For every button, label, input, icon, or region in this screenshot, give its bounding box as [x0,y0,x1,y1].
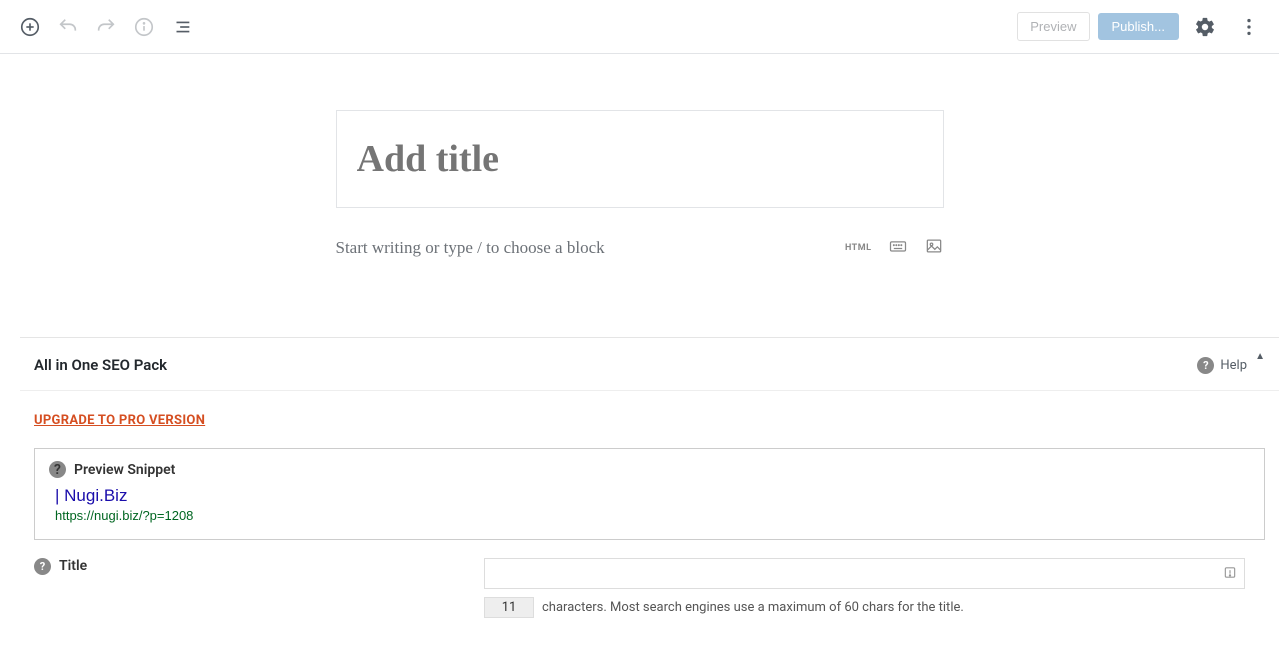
redo-button[interactable] [88,9,124,45]
editor-canvas: Start writing or type / to choose a bloc… [0,54,1279,260]
char-count-hint: characters. Most search engines use a ma… [542,600,964,615]
editor-toolbar: Preview Publish... [0,0,1279,54]
upgrade-pro-link[interactable]: UPGRADE TO PRO VERSION [34,413,205,428]
preview-snippet-label: Preview Snippet [74,462,175,478]
seo-help-link[interactable]: ? Help ▲ [1197,357,1265,374]
image-icon[interactable] [924,236,944,260]
more-options-button[interactable] [1231,9,1267,45]
undo-button[interactable] [50,9,86,45]
post-title-input[interactable] [336,110,944,208]
seo-panel-body: UPGRADE TO PRO VERSION ? Preview Snippet… [20,391,1279,636]
content-row: Start writing or type / to choose a bloc… [336,236,944,260]
preview-snippet-box: ? Preview Snippet | Nugi.Biz https://nug… [34,448,1265,540]
add-block-button[interactable] [12,9,48,45]
help-label: Help [1220,358,1247,373]
html-block-button[interactable]: HTML [845,243,872,253]
count-badge-icon [1223,564,1237,583]
help-circle-icon: ? [1197,357,1214,374]
help-circle-icon[interactable]: ? [49,461,66,478]
toolbar-left [12,9,200,45]
seo-title-field-group: 11 characters. Most search engines use a… [484,558,1265,618]
snippet-title: | Nugi.Biz [55,486,1250,506]
keyboard-icon[interactable] [888,236,908,260]
char-count-row: 11 characters. Most search engines use a… [484,597,1245,618]
info-button[interactable] [126,9,162,45]
settings-button[interactable] [1187,9,1223,45]
snippet-url: https://nugi.biz/?p=1208 [55,508,1250,523]
seo-title-row: ? Title 11 characters. Most search engin… [34,558,1265,618]
toolbar-right: Preview Publish... [1017,9,1267,45]
publish-button[interactable]: Publish... [1098,13,1179,40]
help-circle-icon[interactable]: ? [34,558,51,575]
seo-title-input-wrapper [484,558,1245,589]
char-count-value: 11 [484,597,534,618]
preview-button[interactable]: Preview [1017,12,1089,41]
collapse-triangle-icon[interactable]: ▲ [1255,351,1265,362]
outline-button[interactable] [164,9,200,45]
snippet-header: ? Preview Snippet [49,461,1250,478]
content-actions: HTML [845,236,944,260]
seo-panel-title: All in One SEO Pack [34,356,167,374]
content-placeholder[interactable]: Start writing or type / to choose a bloc… [336,238,605,258]
seo-panel-header: All in One SEO Pack ? Help ▲ [20,338,1279,391]
seo-title-label: Title [59,558,87,574]
seo-panel: All in One SEO Pack ? Help ▲ UPGRADE TO … [20,337,1279,666]
seo-title-input[interactable] [484,558,1245,589]
seo-title-label-group: ? Title [34,558,474,618]
